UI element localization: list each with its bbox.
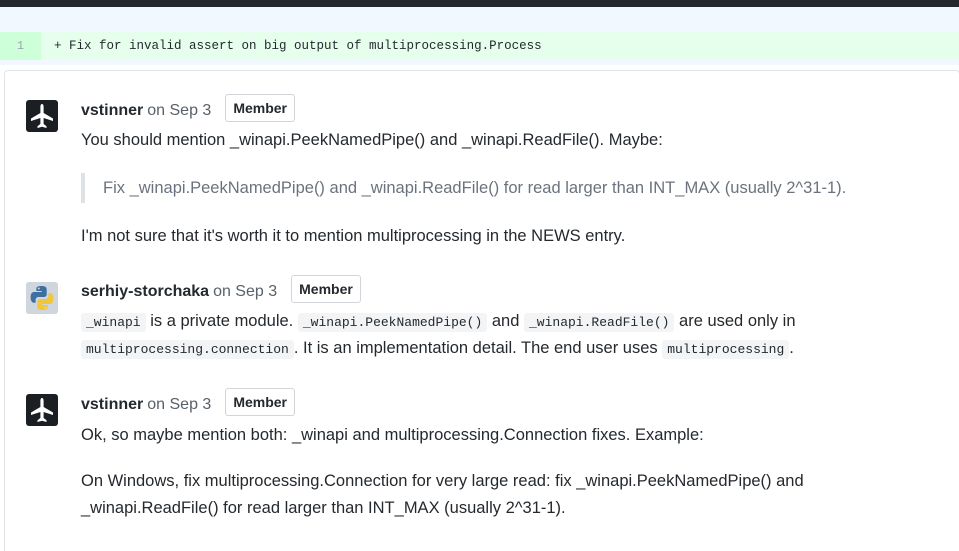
diff-added-line: 1 + Fix for invalid assert on big output… bbox=[0, 32, 959, 60]
author-link[interactable]: vstinner bbox=[81, 102, 143, 119]
comment-text: Ok, so maybe mention both: _winapi and m… bbox=[81, 426, 704, 444]
blockquote: Fix _winapi.PeekNamedPipe() and _winapi.… bbox=[81, 173, 846, 203]
author-link[interactable]: vstinner bbox=[81, 396, 143, 413]
member-badge: Member bbox=[225, 388, 295, 416]
diff-header: 1 + Fix for invalid assert on big output… bbox=[0, 7, 959, 65]
review-thread: vstinner on Sep 3 Member You should mentio… bbox=[4, 70, 959, 551]
airplane-icon[interactable] bbox=[26, 100, 58, 132]
inline-code: multiprocessing bbox=[662, 340, 790, 359]
comment-text: You should mention _winapi.PeekNamedPipe… bbox=[81, 131, 663, 149]
comment-text-line-1: _winapi is a private module. _winapi.Pee… bbox=[81, 308, 796, 336]
comment-text-line-1: On Windows, fix multiprocessing.Connecti… bbox=[81, 472, 804, 490]
inline-code: _winapi.ReadFile() bbox=[524, 313, 675, 332]
comment-header: serhiy-storchaka on Sep 3 Member bbox=[81, 275, 361, 305]
text-fragment: . It is an implementation detail. The en… bbox=[293, 339, 663, 357]
text-fragment: are used only in bbox=[674, 312, 796, 330]
diff-line-number[interactable]: 1 bbox=[0, 32, 41, 60]
comment-date[interactable]: on Sep 3 bbox=[147, 396, 211, 413]
comment-text: I'm not sure that it's worth it to menti… bbox=[81, 227, 626, 245]
top-bar bbox=[0, 0, 959, 7]
comment-date[interactable]: on Sep 3 bbox=[213, 283, 277, 300]
inline-code: _winapi bbox=[81, 313, 146, 332]
text-fragment: and bbox=[487, 312, 524, 330]
airplane-icon[interactable] bbox=[26, 394, 58, 426]
author-link[interactable]: serhiy-storchaka bbox=[81, 283, 209, 300]
comment-text-line-2: multiprocessing.connection. It is an imp… bbox=[81, 335, 794, 363]
python-logo-icon[interactable] bbox=[26, 282, 58, 314]
inline-code: multiprocessing.connection bbox=[81, 340, 294, 359]
diff-line-code: + Fix for invalid assert on big output o… bbox=[54, 39, 542, 53]
inline-code: _winapi.PeekNamedPipe() bbox=[297, 313, 488, 332]
member-badge: Member bbox=[225, 94, 295, 122]
member-badge: Member bbox=[291, 275, 361, 303]
comment-text-line-2: _winapi.ReadFile() for read larger than … bbox=[81, 499, 566, 517]
text-fragment: . bbox=[789, 339, 794, 357]
text-fragment: is a private module. bbox=[145, 312, 298, 330]
comment-header: vstinner on Sep 3 Member bbox=[81, 94, 295, 124]
comment-header: vstinner on Sep 3 Member bbox=[81, 388, 295, 418]
comment-date[interactable]: on Sep 3 bbox=[147, 102, 211, 119]
